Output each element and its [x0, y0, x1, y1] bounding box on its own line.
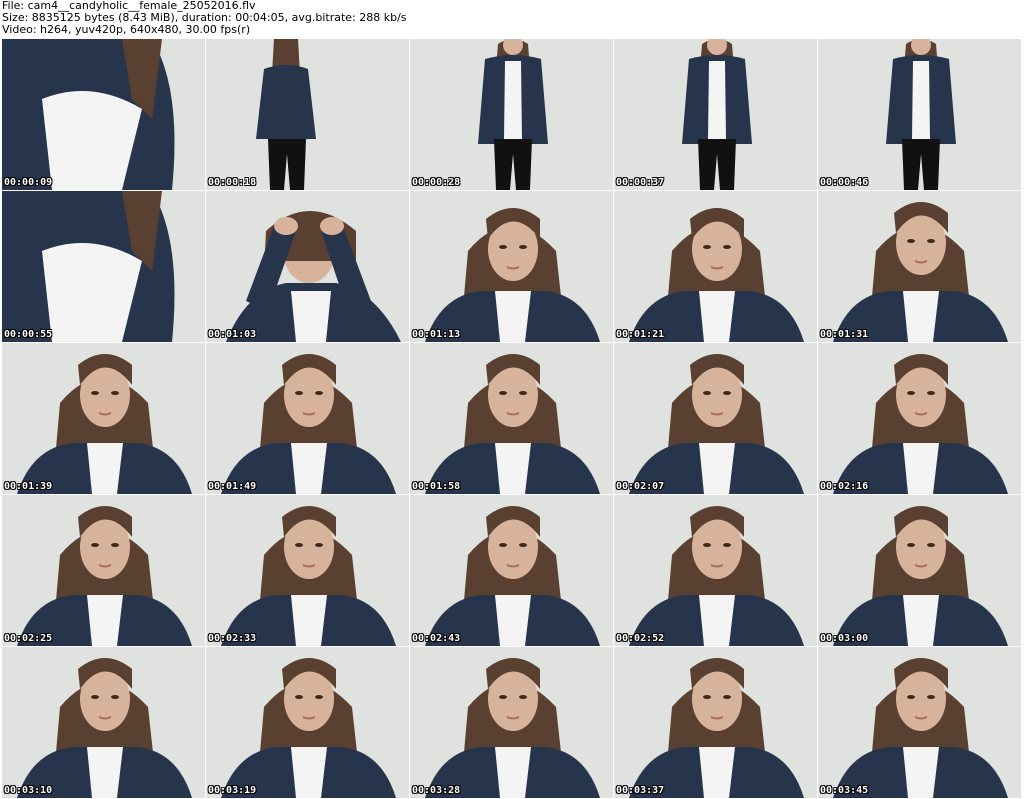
thumbnail-grid: 00:00:09 00:00:18 00:00:28 00:00:37 00:00:46… [2, 39, 1022, 799]
thumbnail-frame-image [818, 39, 1021, 190]
thumbnail-timestamp: 00:03:45 [820, 785, 869, 796]
thumbnail-frame-image [206, 495, 409, 646]
thumbnail-timestamp: 00:01:03 [208, 329, 257, 340]
thumbnail-frame-image [206, 647, 409, 798]
video-thumbnail: 00:03:28 [410, 647, 614, 799]
video-thumbnail: 00:01:39 [2, 343, 206, 495]
video-thumbnail: 00:00:28 [410, 39, 614, 191]
thumbnail-timestamp: 00:01:49 [208, 481, 257, 492]
video-thumbnail: 00:01:03 [206, 191, 410, 343]
thumbnail-frame-image [2, 343, 205, 494]
thumbnail-frame-image [614, 495, 817, 646]
file-size-line: Size: 8835125 bytes (8.43 MiB), duration… [2, 12, 407, 24]
thumbnail-frame-image [410, 495, 613, 646]
thumbnail-timestamp: 00:03:19 [208, 785, 257, 796]
thumbnail-frame-image [2, 495, 205, 646]
thumbnail-timestamp: 00:00:28 [412, 177, 461, 188]
thumbnail-timestamp: 00:02:07 [616, 481, 665, 492]
video-thumbnail: 00:00:46 [818, 39, 1022, 191]
thumbnail-timestamp: 00:01:13 [412, 329, 461, 340]
thumbnail-timestamp: 00:00:37 [616, 177, 665, 188]
thumbnail-timestamp: 00:02:43 [412, 633, 461, 644]
thumbnail-timestamp: 00:00:55 [4, 329, 53, 340]
video-thumbnail: 00:00:18 [206, 39, 410, 191]
thumbnail-timestamp: 00:00:09 [4, 177, 53, 188]
thumbnail-frame-image [818, 343, 1021, 494]
thumbnail-timestamp: 00:01:21 [616, 329, 665, 340]
thumbnail-timestamp: 00:03:28 [412, 785, 461, 796]
thumbnail-frame-image [818, 495, 1021, 646]
video-thumbnail: 00:02:16 [818, 343, 1022, 495]
thumbnail-frame-image [614, 647, 817, 798]
video-thumbnail: 00:00:55 [2, 191, 206, 343]
thumbnail-timestamp: 00:02:16 [820, 481, 869, 492]
video-thumbnail: 00:03:10 [2, 647, 206, 799]
thumbnail-frame-image [2, 647, 205, 798]
thumbnail-frame-image [410, 343, 613, 494]
file-name-line: File: cam4__candyholic__female_25052016.… [2, 0, 256, 12]
thumbnail-timestamp: 00:02:33 [208, 633, 257, 644]
video-thumbnail: 00:03:19 [206, 647, 410, 799]
thumbnail-timestamp: 00:03:37 [616, 785, 665, 796]
video-thumbnail: 00:02:43 [410, 495, 614, 647]
thumbnail-frame-image [2, 39, 205, 190]
video-info-line: Video: h264, yuv420p, 640x480, 30.00 fps… [2, 24, 251, 36]
thumbnail-frame-image [2, 191, 205, 342]
thumbnail-timestamp: 00:01:39 [4, 481, 53, 492]
video-thumbnail: 00:00:37 [614, 39, 818, 191]
thumbnail-frame-image [614, 39, 817, 190]
video-thumbnail: 00:03:00 [818, 495, 1022, 647]
video-thumbnail: 00:02:25 [2, 495, 206, 647]
thumbnail-timestamp: 00:00:46 [820, 177, 869, 188]
thumbnail-frame-image [410, 647, 613, 798]
video-thumbnail: 00:01:13 [410, 191, 614, 343]
video-thumbnail: 00:01:21 [614, 191, 818, 343]
thumbnail-timestamp: 00:01:31 [820, 329, 869, 340]
thumbnail-frame-image [206, 343, 409, 494]
thumbnail-timestamp: 00:00:18 [208, 177, 257, 188]
video-thumbnail: 00:01:49 [206, 343, 410, 495]
video-thumbnail: 00:02:33 [206, 495, 410, 647]
video-thumbnail: 00:03:37 [614, 647, 818, 799]
thumbnail-frame-image [206, 39, 409, 190]
thumbnail-frame-image [206, 191, 409, 342]
thumbnail-frame-image [818, 647, 1021, 798]
thumbnail-timestamp: 00:02:25 [4, 633, 53, 644]
thumbnail-frame-image [410, 39, 613, 190]
thumbnail-timestamp: 00:03:10 [4, 785, 53, 796]
video-thumbnail: 00:03:45 [818, 647, 1022, 799]
file-info-header: File: cam4__candyholic__female_25052016.… [2, 0, 1022, 38]
thumbnail-frame-image [818, 191, 1021, 342]
thumbnail-frame-image [410, 191, 613, 342]
thumbnail-frame-image [614, 343, 817, 494]
video-thumbnail: 00:00:09 [2, 39, 206, 191]
video-thumbnail: 00:02:52 [614, 495, 818, 647]
video-thumbnail: 00:01:31 [818, 191, 1022, 343]
video-thumbnail: 00:01:58 [410, 343, 614, 495]
video-thumbnail: 00:02:07 [614, 343, 818, 495]
thumbnail-timestamp: 00:01:58 [412, 481, 461, 492]
thumbnail-frame-image [614, 191, 817, 342]
thumbnail-timestamp: 00:02:52 [616, 633, 665, 644]
thumbnail-timestamp: 00:03:00 [820, 633, 869, 644]
